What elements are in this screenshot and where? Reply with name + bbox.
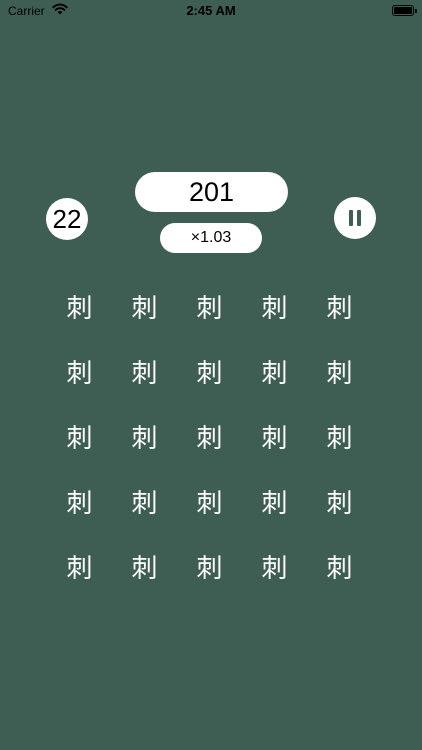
grid-cell[interactable]: 刺 (47, 534, 112, 599)
remaining-count-badge: 22 (46, 198, 88, 240)
grid-cell[interactable]: 刺 (177, 404, 242, 469)
status-time: 2:45 AM (186, 3, 236, 18)
battery-icon (392, 5, 414, 16)
grid-cell[interactable]: 刺 (112, 339, 177, 404)
grid-cell[interactable]: 刺 (307, 534, 372, 599)
grid-cell[interactable]: 刺 (47, 339, 112, 404)
character-grid: 刺 刺 刺 刺 刺 刺 刺 刺 刺 刺 刺 刺 刺 刺 刺 刺 刺 刺 刺 刺 … (47, 274, 372, 599)
status-bar: Carrier 2:45 AM (0, 0, 422, 22)
grid-cell[interactable]: 刺 (112, 404, 177, 469)
grid-cell[interactable]: 刺 (177, 274, 242, 339)
grid-cell[interactable]: 刺 (242, 339, 307, 404)
grid-cell[interactable]: 刺 (242, 469, 307, 534)
grid-cell[interactable]: 刺 (307, 404, 372, 469)
pause-button[interactable] (334, 197, 376, 239)
grid-cell[interactable]: 刺 (177, 469, 242, 534)
multiplier-display: ×1.03 (160, 223, 262, 253)
grid-cell[interactable]: 刺 (307, 274, 372, 339)
grid-cell[interactable]: 刺 (47, 469, 112, 534)
grid-cell[interactable]: 刺 (112, 469, 177, 534)
grid-cell[interactable]: 刺 (112, 534, 177, 599)
grid-cell[interactable]: 刺 (177, 534, 242, 599)
grid-cell[interactable]: 刺 (242, 274, 307, 339)
grid-cell[interactable]: 刺 (307, 339, 372, 404)
grid-cell[interactable]: 刺 (112, 274, 177, 339)
grid-cell[interactable]: 刺 (177, 339, 242, 404)
grid-cell[interactable]: 刺 (307, 469, 372, 534)
grid-cell[interactable]: 刺 (242, 404, 307, 469)
grid-cell[interactable]: 刺 (47, 404, 112, 469)
grid-cell[interactable]: 刺 (47, 274, 112, 339)
battery-tip (415, 9, 417, 13)
grid-cell[interactable]: 刺 (242, 534, 307, 599)
score-display: 201 (135, 172, 288, 212)
